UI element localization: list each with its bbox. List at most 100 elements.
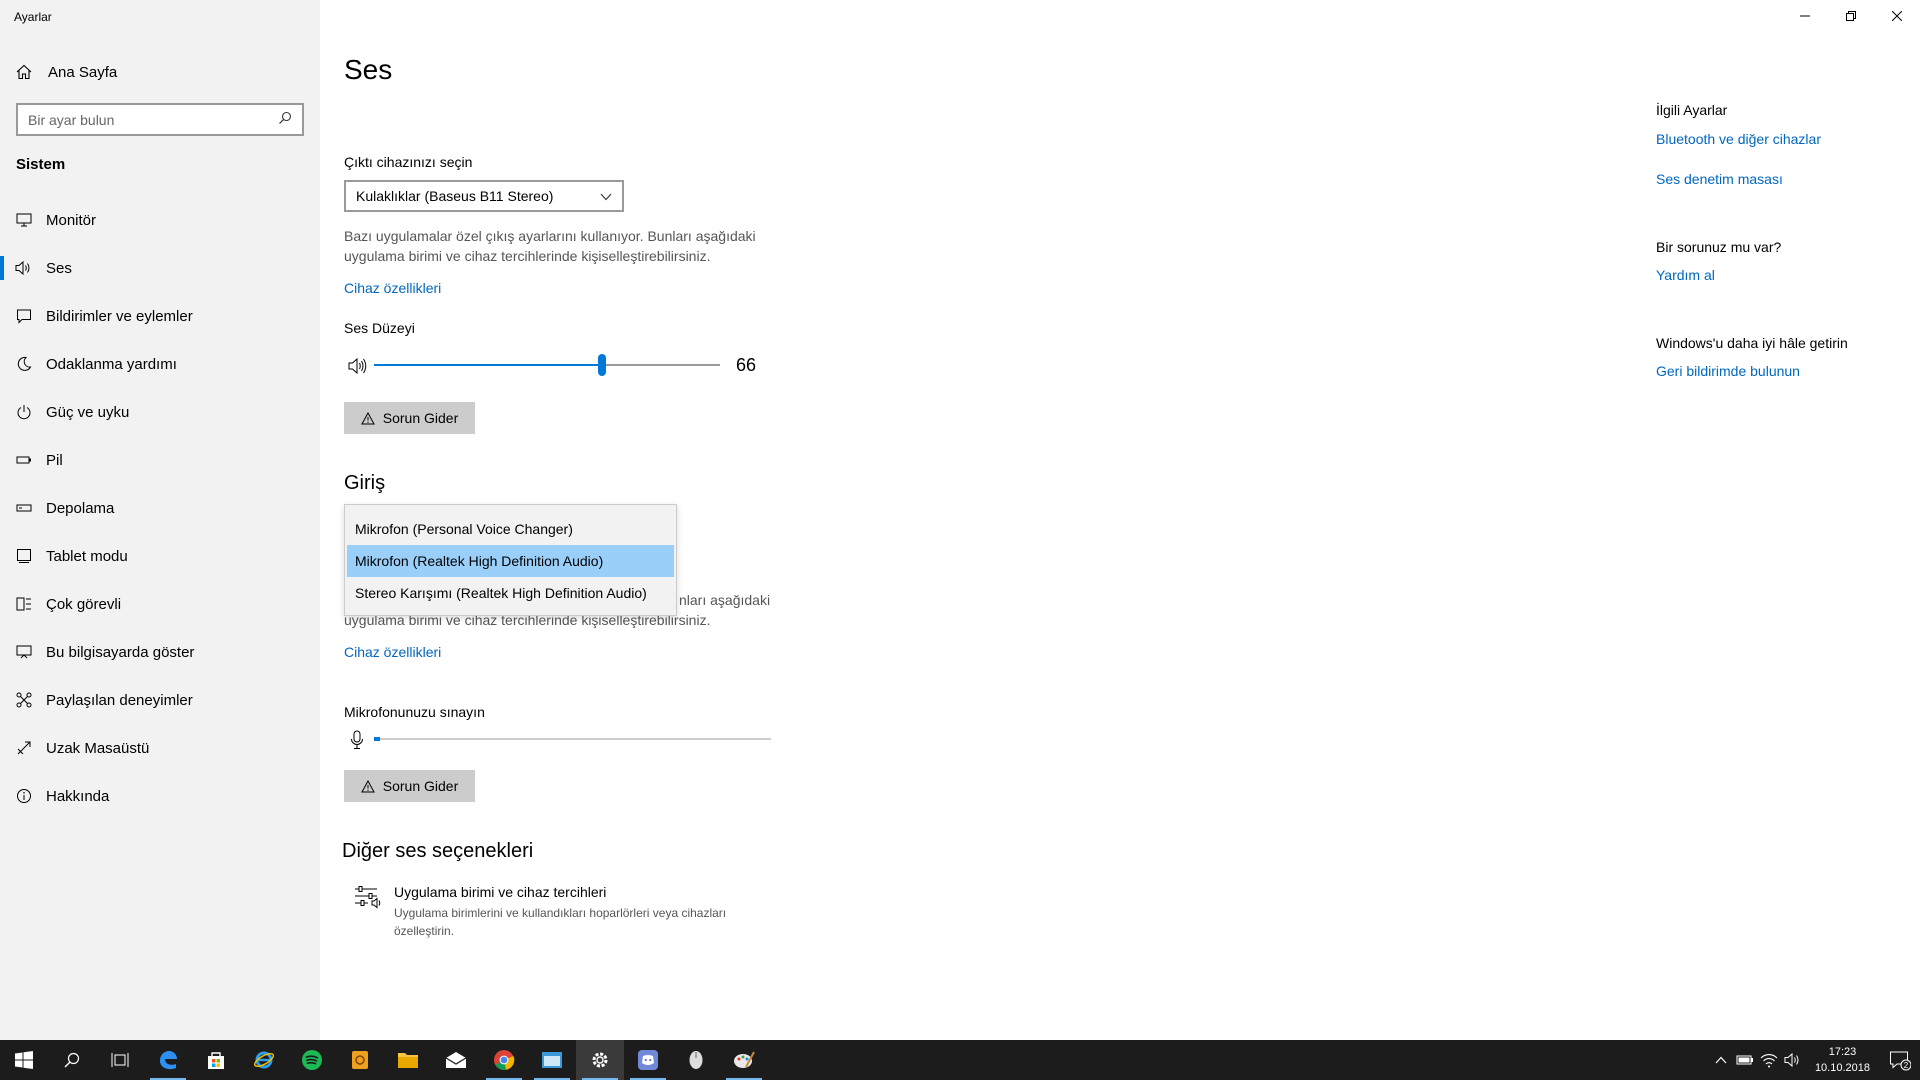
sound-control-panel-link[interactable]: Ses denetim masası (1656, 171, 1783, 187)
taskbar-app-orange[interactable] (336, 1040, 384, 1080)
settings-search-input[interactable]: Bir ayar bulun (16, 103, 304, 136)
sidebar-item-storage[interactable]: Depolama (0, 484, 320, 532)
taskbar-settings[interactable] (576, 1040, 624, 1080)
sidebar-item-shared-experiences[interactable]: Paylaşılan deneyimler (0, 676, 320, 724)
action-center-button[interactable]: 2 (1880, 1040, 1920, 1080)
sidebar-item-battery[interactable]: Pil (0, 436, 320, 484)
folder-icon (398, 1053, 418, 1068)
volume-tray-button[interactable] (1781, 1040, 1805, 1080)
sidebar-item-multitasking[interactable]: Çok görevli (0, 580, 320, 628)
notification-icon: 2 (1890, 1051, 1911, 1071)
input-device-option[interactable]: Stereo Karışımı (Realtek High Definition… (345, 577, 676, 609)
question-heading: Bir sorunuz mu var? (1656, 239, 1782, 255)
tablet-icon (14, 546, 34, 566)
close-icon (1892, 11, 1902, 21)
start-button[interactable] (0, 1040, 48, 1080)
taskbar-file-explorer[interactable] (384, 1040, 432, 1080)
mail-icon (445, 1052, 467, 1068)
search-taskbar-button[interactable] (48, 1040, 96, 1080)
battery-charging-icon (1736, 1055, 1753, 1065)
system-tray: 17:23 10.10.2018 2 (1709, 1040, 1920, 1080)
troubleshoot-label: Sorun Gider (382, 778, 459, 794)
taskbar-discord[interactable] (624, 1040, 672, 1080)
clock-date: 10.10.2018 (1814, 1062, 1870, 1074)
sidebar-item-label: Pil (46, 451, 63, 469)
feedback-heading: Windows'u daha iyi hâle getirin (1656, 335, 1848, 351)
taskbar-store[interactable] (192, 1040, 240, 1080)
mic-level-track (374, 738, 771, 740)
home-link[interactable]: Ana Sayfa (14, 60, 117, 84)
store-icon (208, 1052, 224, 1069)
sidebar-item-label: Bildirimler ve eylemler (46, 307, 193, 325)
battery-icon (14, 450, 34, 470)
input-device-dropdown[interactable]: Mikrofon (Personal Voice Changer) Mikrof… (344, 504, 677, 616)
app-volume-preferences-link[interactable]: Uygulama birimi ve cihaz tercihleri Uygu… (354, 884, 764, 940)
volume-speaker-icon[interactable] (348, 357, 368, 380)
moon-icon (14, 354, 34, 374)
network-tray-button[interactable] (1757, 1040, 1781, 1080)
output-device-label: Çıktı cihazınızı seçin (344, 154, 473, 170)
volume-slider[interactable] (374, 354, 720, 378)
taskbar-paint-app[interactable] (720, 1040, 768, 1080)
taskbar-spotify[interactable] (288, 1040, 336, 1080)
sidebar-item-focus-assist[interactable]: Odaklanma yardımı (0, 340, 320, 388)
input-device-option-selected[interactable]: Mikrofon (Realtek High Definition Audio) (347, 545, 674, 577)
sidebar-item-monitor[interactable]: Monitör (0, 196, 320, 244)
storage-icon (14, 498, 34, 518)
sidebar-item-label: Paylaşılan deneyimler (46, 691, 193, 709)
battery-tray-button[interactable] (1733, 1040, 1757, 1080)
discord-icon (638, 1050, 658, 1070)
warning-icon (360, 411, 375, 425)
output-device-properties-link[interactable]: Cihaz özellikleri (344, 280, 441, 296)
sidebar-item-label: Bu bilgisayarda göster (46, 643, 195, 661)
restore-button[interactable] (1828, 0, 1874, 32)
taskbar-mail[interactable] (432, 1040, 480, 1080)
multitask-icon (14, 594, 34, 614)
sidebar-item-label: Monitör (46, 211, 97, 229)
sidebar-item-label: Uzak Masaüstü (46, 739, 150, 757)
sliders-icon (354, 884, 384, 940)
taskbar-clock[interactable]: 17:23 10.10.2018 (1805, 1044, 1880, 1076)
taskbar-internet-explorer[interactable] (240, 1040, 288, 1080)
taskbar-mouse-app[interactable] (672, 1040, 720, 1080)
minimize-button[interactable] (1782, 0, 1828, 32)
sidebar-item-notifications[interactable]: Bildirimler ve eylemler (0, 292, 320, 340)
bluetooth-devices-link[interactable]: Bluetooth ve diğer cihazlar (1656, 131, 1821, 147)
sidebar-item-tablet-mode[interactable]: Tablet modu (0, 532, 320, 580)
sidebar-item-sound[interactable]: Ses (0, 244, 320, 292)
task-view-button[interactable] (96, 1040, 144, 1080)
input-heading: Giriş (344, 472, 386, 494)
microphone-icon (350, 730, 364, 755)
taskbar-edge[interactable] (144, 1040, 192, 1080)
minimize-icon (1800, 15, 1810, 17)
taskbar: 17:23 10.10.2018 2 (0, 1040, 1920, 1080)
show-hidden-icons-button[interactable] (1709, 1040, 1733, 1080)
page-title: Ses (344, 54, 393, 85)
wifi-icon (1760, 1054, 1778, 1068)
main-content: Ses Çıktı cihazınızı seçin Kulaklıklar (… (342, 0, 1344, 1040)
sidebar-item-project[interactable]: Bu bilgisayarda göster (0, 628, 320, 676)
close-button[interactable] (1874, 0, 1920, 32)
sidebar-item-remote-desktop[interactable]: Uzak Masaüstü (0, 724, 320, 772)
search-icon[interactable] (278, 111, 292, 128)
output-device-select[interactable]: Kulaklıklar (Baseus B11 Stereo) (344, 180, 624, 212)
chrome-icon (494, 1050, 515, 1070)
input-device-option[interactable]: Mikrofon (Personal Voice Changer) (345, 513, 676, 545)
remote-icon (14, 738, 34, 758)
section-label-system: Sistem (16, 156, 66, 173)
search-icon (64, 1052, 80, 1068)
input-troubleshoot-button[interactable]: Sorun Gider (344, 770, 475, 802)
sidebar-item-about[interactable]: Hakkında (0, 772, 320, 820)
input-device-properties-link[interactable]: Cihaz özellikleri (344, 644, 441, 660)
output-troubleshoot-button[interactable]: Sorun Gider (344, 402, 475, 434)
volume-slider-thumb[interactable] (598, 354, 607, 376)
sidebar-item-power-sleep[interactable]: Güç ve uyku (0, 388, 320, 436)
sidebar-item-label: Hakkında (46, 787, 110, 805)
taskbar-chrome[interactable] (480, 1040, 528, 1080)
app-title: Ayarlar (14, 10, 52, 24)
window-controls (1782, 0, 1920, 32)
task-view-icon (111, 1053, 129, 1067)
get-help-link[interactable]: Yardım al (1656, 267, 1715, 283)
taskbar-app-blue[interactable] (528, 1040, 576, 1080)
feedback-link[interactable]: Geri bildirimde bulunun (1656, 363, 1800, 379)
